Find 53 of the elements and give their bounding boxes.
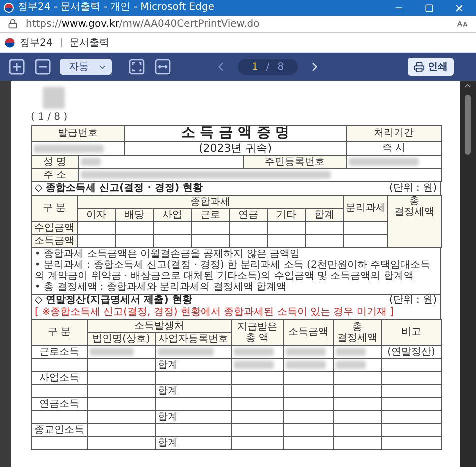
- table-header-cell: 주민등록번호: [244, 156, 346, 168]
- subtotal-label: 합계: [156, 436, 232, 450]
- subtotal-label: 합계: [156, 358, 232, 372]
- table-cell: (연말정산): [382, 346, 442, 358]
- table-header-cell: 발급번호: [32, 126, 124, 142]
- table-header-cell: 기타: [268, 208, 306, 222]
- table-header-cell: 종합과세: [78, 196, 344, 208]
- table-header-cell: 배당: [116, 208, 154, 222]
- section-heading: ◇ 연말정산(지급명세서 제출) 현황: [35, 295, 192, 307]
- section-heading: ◇ 종합소득세 신고(결정 · 경정) 현황: [35, 182, 204, 194]
- brand-name[interactable]: 정부24: [20, 36, 53, 50]
- table-header-cell: 구 분: [32, 320, 88, 346]
- page-number: ( 1 / 8 ): [31, 112, 68, 123]
- table-header-cell: 사업자등록번호: [156, 332, 232, 346]
- zoom-select[interactable]: 자동: [60, 59, 112, 75]
- unit-label: (단위 : 원): [389, 295, 437, 307]
- table-header-cell: 총 결정세액: [334, 320, 382, 346]
- subtotal-label: 합계: [156, 410, 232, 424]
- table-header-cell: 지급받은 총 액: [232, 320, 284, 346]
- footnote: • 총 결정세액 : 종합과세와 분리과세의 결정세액 합계액: [35, 282, 288, 293]
- window-title: 정부24 - 문서출력 - 개인 - Microsoft Edge: [18, 2, 216, 14]
- row-label: 수입금액: [32, 222, 78, 234]
- section-title: 문서출력: [70, 36, 110, 50]
- footnote: • 종합과세 소득금액은 이월결손금을 공제하지 않은 금액임: [35, 249, 301, 260]
- table-header-cell: 처리기간: [346, 126, 442, 142]
- page-indicator[interactable]: 1 / 8: [238, 59, 298, 75]
- table-header-cell: 소득발생처: [88, 320, 232, 332]
- row-label: 연금소득: [32, 398, 88, 410]
- subtotal-label: 합계: [156, 384, 232, 398]
- row-label: 소득금액: [32, 234, 78, 248]
- table-header-cell: 소득금액: [284, 320, 334, 346]
- table-header-cell: 성 명: [32, 156, 78, 168]
- row-label: 종교인소득: [32, 424, 88, 436]
- table-header-cell: 사업: [154, 208, 192, 222]
- table-header-cell: 총 결정세액: [388, 196, 442, 248]
- table-cell: 즉 시: [346, 142, 442, 156]
- table-header-cell: 비고: [382, 320, 442, 346]
- table-header-cell: 근로: [192, 208, 230, 222]
- table-header-cell: 합계: [306, 208, 344, 222]
- table-header-cell: 구 분: [32, 196, 78, 222]
- footnote: • 분리과세 : 종합소득세 신고(결정 · 경정) 한 분리과세 소득 (2천만원이하 주택임대소득의 계약금이 위약금 · 배상금으로 대체된 기타소득)의 수입금액 및 소득금액의 합계액: [35, 260, 432, 282]
- certificate-title: 소 득 금 액 증 명: [124, 126, 346, 142]
- table-header-cell: 연금: [230, 208, 268, 222]
- row-label: 사업소득: [32, 372, 88, 384]
- table-header-cell: 주 소: [32, 168, 78, 182]
- print-button[interactable]: 인쇄: [408, 58, 454, 76]
- notice-text: [ ※종합소득세 신고(결정, 경정) 현황에서 종합과세된 소득이 있는 경우 미기재 ]: [35, 307, 394, 319]
- table-header-cell: 법인명(상호): [88, 332, 156, 346]
- row-label: 근로소득: [32, 346, 88, 358]
- unit-label: (단위 : 원): [389, 182, 437, 194]
- table-header-cell: 이자: [78, 208, 116, 222]
- url-text[interactable]: https://www.gov.kr/mw/AA040CertPrintView.do: [26, 18, 449, 30]
- table-header-cell: 분리과세: [344, 196, 388, 222]
